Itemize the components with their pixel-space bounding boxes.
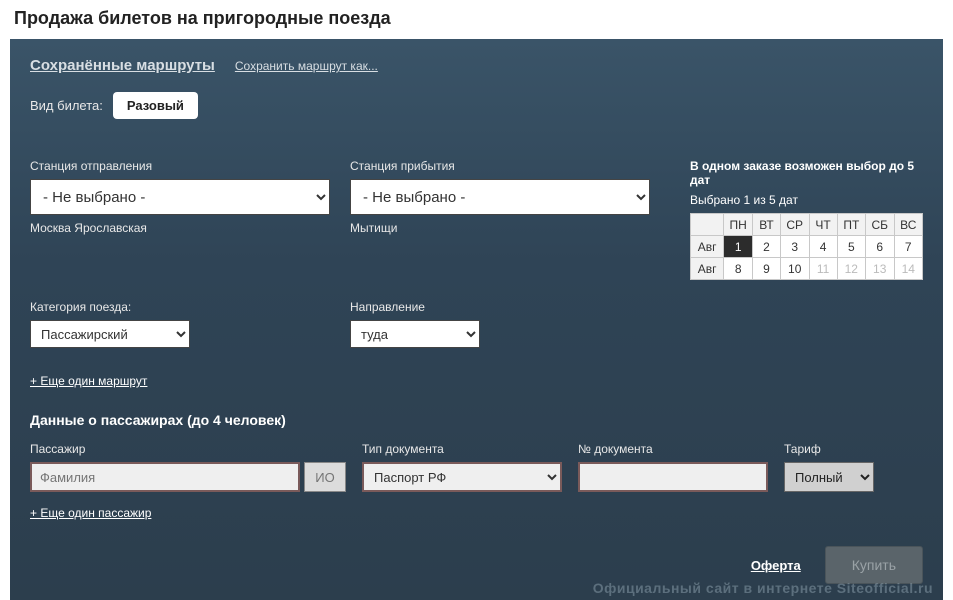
- departure-select[interactable]: - Не выбрано -: [30, 179, 330, 215]
- category-row: Категория поезда: Пассажирский Направлен…: [30, 300, 923, 348]
- calendar-day[interactable]: 4: [809, 236, 837, 258]
- calendar-day[interactable]: 5: [837, 236, 865, 258]
- calendar-day[interactable]: 8: [724, 258, 753, 280]
- ticket-type-label: Вид билета:: [30, 98, 103, 113]
- calendar-day[interactable]: 14: [894, 258, 923, 280]
- category-column: Категория поезда: Пассажирский: [30, 300, 330, 348]
- calendar-dow: ЧТ: [809, 214, 837, 236]
- passengers-title: Данные о пассажирах (до 4 человек): [30, 412, 923, 428]
- direction-label: Направление: [350, 300, 650, 314]
- page-title: Продажа билетов на пригородные поезда: [0, 0, 953, 39]
- calendar-day[interactable]: 10: [780, 258, 809, 280]
- departure-column: Станция отправления - Не выбрано - Москв…: [30, 159, 330, 280]
- calendar-header-row: ПН ВТ СР ЧТ ПТ СБ ВС: [691, 214, 923, 236]
- calendar-day[interactable]: 9: [753, 258, 781, 280]
- ticket-type-button[interactable]: Разовый: [113, 92, 198, 119]
- calendar-dow: ПТ: [837, 214, 865, 236]
- offer-link[interactable]: Оферта: [751, 558, 801, 573]
- doc-number-column: № документа: [578, 442, 768, 492]
- passenger-row: Пассажир Тип документа Паспорт РФ № доку…: [30, 442, 923, 492]
- calendar-day[interactable]: 11: [809, 258, 837, 280]
- calendar-info: В одном заказе возможен выбор до 5 дат: [690, 159, 923, 187]
- passenger-name-column: Пассажир: [30, 442, 346, 492]
- calendar-month-cell: Авг: [691, 258, 724, 280]
- calendar-day[interactable]: 12: [837, 258, 865, 280]
- arrival-label: Станция прибытия: [350, 159, 650, 173]
- calendar-day[interactable]: 2: [753, 236, 781, 258]
- calendar-dow: ВС: [894, 214, 923, 236]
- arrival-select[interactable]: - Не выбрано -: [350, 179, 650, 215]
- calendar-selected-count: Выбрано 1 из 5 дат: [690, 193, 923, 207]
- main-panel: Сохранённые маршруты Сохранить маршрут к…: [10, 39, 943, 600]
- tariff-select[interactable]: Полный: [784, 462, 874, 492]
- footer-row: Оферта Купить: [30, 546, 923, 584]
- calendar-day[interactable]: 3: [780, 236, 809, 258]
- tariff-column: Тариф Полный: [784, 442, 874, 492]
- direction-column: Направление туда: [350, 300, 650, 348]
- calendar-row: Авг 1 2 3 4 5 6 7: [691, 236, 923, 258]
- add-route-link[interactable]: + Еще один маршрут: [30, 374, 147, 388]
- calendar-month-cell: Авг: [691, 236, 724, 258]
- category-select[interactable]: Пассажирский: [30, 320, 190, 348]
- calendar-dow: СР: [780, 214, 809, 236]
- ticket-type-row: Вид билета: Разовый: [30, 92, 923, 119]
- calendar-day[interactable]: 7: [894, 236, 923, 258]
- initials-input[interactable]: [304, 462, 346, 492]
- arrival-column: Станция прибытия - Не выбрано - Мытищи: [350, 159, 650, 280]
- calendar-dow: ПН: [724, 214, 753, 236]
- doc-number-input[interactable]: [578, 462, 768, 492]
- calendar-day[interactable]: 1: [724, 236, 753, 258]
- surname-input[interactable]: [30, 462, 300, 492]
- doc-type-column: Тип документа Паспорт РФ: [362, 442, 562, 492]
- buy-button[interactable]: Купить: [825, 546, 923, 584]
- save-route-as-link[interactable]: Сохранить маршрут как...: [235, 59, 378, 73]
- departure-label: Станция отправления: [30, 159, 330, 173]
- category-label: Категория поезда:: [30, 300, 330, 314]
- tariff-label: Тариф: [784, 442, 874, 456]
- calendar-blank-header: [691, 214, 724, 236]
- doc-type-select[interactable]: Паспорт РФ: [362, 462, 562, 492]
- doc-type-label: Тип документа: [362, 442, 562, 456]
- calendar-table: ПН ВТ СР ЧТ ПТ СБ ВС Авг 1 2 3 4 5 6 7: [690, 213, 923, 280]
- calendar-day[interactable]: 13: [865, 258, 894, 280]
- add-passenger-link[interactable]: + Еще один пассажир: [30, 506, 151, 520]
- passenger-label: Пассажир: [30, 442, 346, 456]
- calendar-dow: СБ: [865, 214, 894, 236]
- departure-hint[interactable]: Москва Ярославская: [30, 221, 330, 235]
- stations-row: Станция отправления - Не выбрано - Москв…: [30, 159, 923, 280]
- arrival-hint[interactable]: Мытищи: [350, 221, 650, 235]
- calendar-row: Авг 8 9 10 11 12 13 14: [691, 258, 923, 280]
- direction-select[interactable]: туда: [350, 320, 480, 348]
- calendar-column: В одном заказе возможен выбор до 5 дат В…: [690, 159, 923, 280]
- top-links: Сохранённые маршруты Сохранить маршрут к…: [30, 57, 923, 74]
- doc-number-label: № документа: [578, 442, 768, 456]
- calendar-day[interactable]: 6: [865, 236, 894, 258]
- saved-routes-link[interactable]: Сохранённые маршруты: [30, 57, 215, 74]
- calendar-dow: ВТ: [753, 214, 781, 236]
